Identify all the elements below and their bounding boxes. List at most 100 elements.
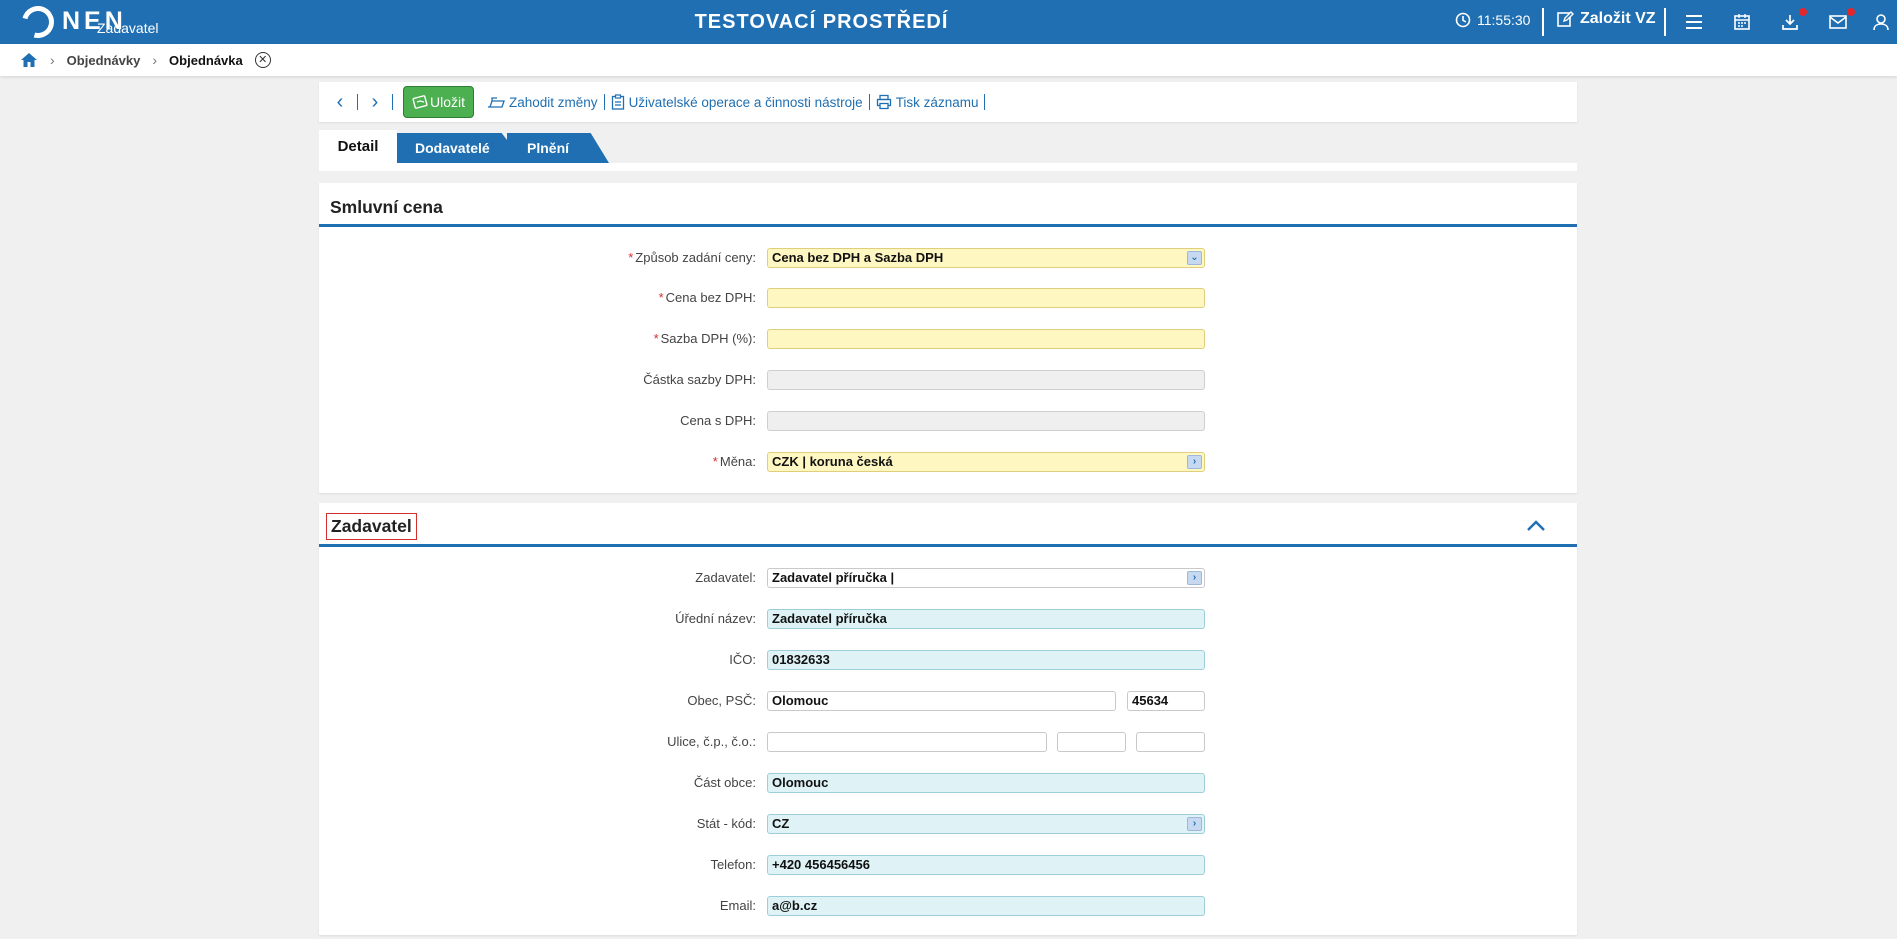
required-marker: * (712, 454, 718, 469)
breadcrumb-objednavka: Objednávka (169, 52, 243, 68)
field-label: Cena s DPH: (680, 413, 756, 428)
ulice-field[interactable] (767, 732, 1047, 752)
user-icon (1873, 14, 1889, 31)
panel-header: Smluvní cena (319, 183, 1577, 227)
save-icon (412, 95, 428, 109)
notification-dot (1799, 8, 1807, 16)
cast-obce-field[interactable]: Olomouc (767, 773, 1205, 793)
panel-header: Zadavatel (319, 503, 1577, 547)
field-label: Obec, PSČ: (687, 693, 756, 708)
email-field[interactable]: a@b.cz (767, 896, 1205, 916)
user-operations-button[interactable]: Uživatelské operace a činnosti nástroje (611, 94, 863, 110)
uredni-nazev-field[interactable]: Zadavatel příručka (767, 609, 1205, 629)
menu-button[interactable] (1683, 11, 1705, 33)
telefon-field[interactable]: +420 456456456 (767, 855, 1205, 875)
field-row-cena-s: Cena s DPH: (319, 410, 1577, 432)
messages-button[interactable] (1827, 8, 1855, 33)
create-vz-label: Založit VZ (1580, 10, 1656, 27)
divider (392, 94, 393, 110)
field-label: * Způsob zadání ceny: (319, 247, 756, 269)
discard-changes-button[interactable]: Zahodit změny (487, 95, 598, 110)
field-row-zadavatel: Zadavatel: Zadavatel příručka | › (319, 567, 1577, 589)
clipboard-icon (611, 94, 624, 110)
record-toolbar: ‹ › Uložit Zahodit změny Uživatelské ope… (319, 82, 1577, 122)
edit-icon (1557, 11, 1574, 27)
field-row-cast: Část obce: Olomouc (319, 772, 1577, 794)
divider (984, 94, 986, 110)
zadavatel-value: Zadavatel příručka | (772, 570, 895, 585)
field-row-telefon: Telefon: +420 456456456 (319, 854, 1577, 876)
panel-title: Zadavatel (326, 513, 417, 540)
calendar-button[interactable] (1731, 11, 1753, 33)
mena-lookup[interactable]: CZK | koruna česká › (767, 452, 1205, 472)
tab-detail[interactable]: Detail (319, 130, 397, 163)
home-icon[interactable] (20, 52, 38, 68)
tab-content-edge (319, 163, 1577, 171)
sazba-dph-input[interactable] (767, 329, 1205, 349)
psc-value: 45634 (1132, 693, 1169, 708)
psc-field[interactable]: 45634 (1127, 691, 1205, 711)
field-label: Stát - kód: (696, 816, 756, 831)
stat-value: CZ (772, 816, 790, 831)
zadavatel-lookup[interactable]: Zadavatel příručka | › (767, 568, 1205, 588)
print-record-button[interactable]: Tisk záznamu (876, 94, 979, 110)
breadcrumb-objednavky[interactable]: Objednávky (67, 53, 141, 68)
tab-dodavatele[interactable]: Dodavatelé (395, 133, 525, 163)
tab-plneni[interactable]: Plnění (507, 133, 609, 163)
create-vz-button[interactable]: Založit VZ (1556, 10, 1656, 28)
top-bar: NEN Zadavatel TESTOVACÍ PROSTŘEDÍ 11:55:… (0, 0, 1897, 44)
ico-field[interactable]: 01832633 (767, 650, 1205, 670)
email-value: a@b.cz (772, 898, 818, 913)
download-icon (1782, 15, 1798, 30)
menu-icon (1686, 15, 1702, 29)
zpusob-label: Způsob zadání ceny: (635, 250, 756, 265)
telefon-value: +420 456456456 (772, 857, 870, 872)
chevron-up-icon[interactable] (1525, 515, 1547, 537)
mena-value: CZK | koruna česká (772, 454, 893, 469)
cislo-popisne-field[interactable] (1057, 732, 1126, 752)
field-row-castka: Částka sazby DPH: (319, 369, 1577, 391)
required-marker: * (658, 290, 664, 305)
field-label: IČO: (729, 652, 756, 667)
save-button[interactable]: Uložit (403, 86, 475, 118)
zadavatel-panel: Zadavatel Zadavatel: Zadavatel příručka … (319, 503, 1577, 935)
sazba-label: Sazba DPH (%): (660, 331, 756, 346)
next-record-button[interactable]: › (364, 92, 386, 112)
field-row-mena: * Měna: CZK | koruna česká › (319, 451, 1577, 473)
print-record-label: Tisk záznamu (895, 94, 979, 110)
session-time: 11:55:30 (1477, 12, 1531, 28)
close-icon[interactable]: ✕ (254, 52, 271, 68)
field-label: Částka sazby DPH: (643, 372, 756, 387)
previous-record-button[interactable]: ‹ (329, 92, 351, 112)
field-label: Ulice, č.p., č.o.: (667, 734, 756, 749)
obec-field[interactable]: Olomouc (767, 691, 1116, 711)
field-row-obec: Obec, PSČ: Olomouc 45634 (319, 690, 1577, 712)
chevron-right-icon[interactable]: › (1187, 817, 1202, 831)
stat-kod-lookup[interactable]: CZ › (767, 814, 1205, 834)
session-clock: 11:55:30 (1455, 12, 1530, 28)
cislo-orientacni-field[interactable] (1136, 732, 1205, 752)
user-button[interactable] (1870, 11, 1892, 33)
chevron-right-icon[interactable]: › (1187, 571, 1202, 585)
cena-bez-dph-input[interactable] (767, 288, 1205, 308)
tab-plneni-label: Plnění (527, 140, 570, 156)
required-marker: * (628, 250, 634, 265)
zpusob-zadani-ceny-select[interactable]: Cena bez DPH a Sazba DPH ⌄ (767, 248, 1205, 268)
divider (868, 94, 870, 110)
save-label: Uložit (430, 94, 466, 110)
mena-label: Měna: (719, 454, 756, 469)
field-row-ico: IČO: 01832633 (319, 649, 1577, 671)
smluvni-cena-panel: Smluvní cena * Způsob zadání ceny: Cena b… (319, 183, 1577, 493)
field-label: Část obce: (693, 775, 756, 790)
chevron-right-icon[interactable]: › (1187, 455, 1202, 469)
print-icon (876, 94, 891, 110)
discard-label: Zahodit změny (509, 94, 598, 110)
chevron-down-icon[interactable]: ⌄ (1187, 251, 1202, 265)
uredni-value: Zadavatel příručka (772, 611, 887, 626)
breadcrumb: › Objednávky › Objednávka ✕ (0, 44, 1897, 76)
tab-dodavatele-label: Dodavatelé (415, 140, 490, 156)
downloads-button[interactable] (1779, 8, 1807, 33)
field-label: * Cena bez DPH: (319, 287, 756, 309)
field-row-ulice: Ulice, č.p., č.o.: (319, 731, 1577, 753)
